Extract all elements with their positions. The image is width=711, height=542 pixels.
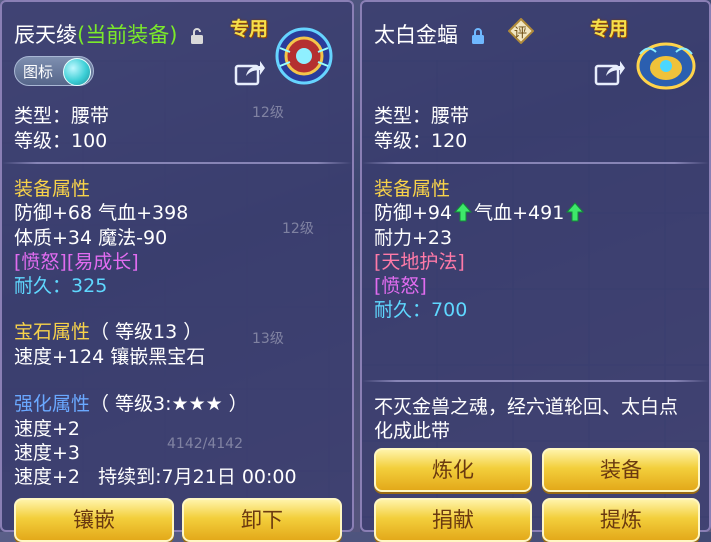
divider <box>362 380 709 382</box>
bg-slot-level: 12级 <box>282 221 314 237</box>
rate-badge-label: 评 <box>514 26 528 41</box>
divider <box>362 162 709 164</box>
share-icon[interactable] <box>594 58 626 86</box>
item-type: 类型：腰带 <box>14 105 110 127</box>
bg-hp-text: 4142/4142 <box>167 436 243 452</box>
donate-button[interactable]: 捐献 <box>374 498 532 542</box>
exclusive-label: 专用 <box>230 18 269 40</box>
equip-attr-header: 装备属性 <box>374 178 451 200</box>
equip-attr-line: 体质+34 魔法-90 <box>14 227 168 249</box>
refine-button[interactable]: 炼化 <box>374 448 532 492</box>
toggle-knob <box>63 58 91 86</box>
extract-button[interactable]: 提炼 <box>542 498 700 542</box>
gem-attr-heading: 宝石属性（ 等级13 ） <box>14 320 202 344</box>
enhance-line-with-duration: 速度+2 持续到:7月21日 00:00 <box>14 465 297 489</box>
special-tag: [愤怒] <box>374 275 427 297</box>
enhance-line: 速度+2 <box>14 466 81 488</box>
up-arrow-icon <box>566 202 585 222</box>
description-line: 不灭金兽之魂，经六道轮回、太白点 <box>374 396 679 418</box>
item-level: 等级：100 <box>14 130 108 152</box>
unlock-icon[interactable] <box>190 28 204 44</box>
durability: 耐久：325 <box>14 274 107 298</box>
item-name: 辰天绫 <box>14 23 77 47</box>
enhance-attr-header: 强化属性 <box>14 393 91 415</box>
equip-attr-line: 防御+94 气血+491 <box>374 201 586 225</box>
exclusive-label: 专用 <box>590 18 629 40</box>
durability-label: 耐久： <box>14 275 72 297</box>
unequip-button[interactable]: 卸下 <box>182 498 342 542</box>
divider <box>2 162 352 164</box>
enhance-line: 速度+2 <box>14 418 81 440</box>
gem-attr-header: 宝石属性 <box>14 321 91 343</box>
icon-toggle[interactable]: 图标 <box>14 56 94 86</box>
lock-icon[interactable] <box>471 28 485 44</box>
equip-button[interactable]: 装备 <box>542 448 700 492</box>
up-arrow-icon <box>454 202 473 222</box>
durability-value: 700 <box>431 299 468 321</box>
item-type: 类型：腰带 <box>374 105 470 127</box>
rate-badge[interactable]: 评 <box>507 17 535 45</box>
item-level: 等级：120 <box>374 130 468 152</box>
compare-equipment-panel: 太白金蝠 评 专用 类型：腰带 等级：120 装备属性 防御+94 气血+491 … <box>360 0 711 542</box>
gem-level: （ 等级13 ） <box>90 321 203 343</box>
belt-item-icon <box>275 27 333 85</box>
durability: 耐久：700 <box>374 298 467 322</box>
inlay-button[interactable]: 镶嵌 <box>14 498 174 542</box>
equipped-status: (当前装备) <box>77 23 178 47</box>
durability-value: 325 <box>71 275 108 297</box>
equip-attr-line: 耐力+23 <box>374 227 453 249</box>
enhance-attr-heading: 强化属性（ 等级3:★★★ ） <box>14 392 248 416</box>
share-icon[interactable] <box>234 58 266 86</box>
enhance-level: （ 等级3:★★★ ） <box>90 393 248 415</box>
equip-attr-line: 防御+68 气血+398 <box>14 202 189 224</box>
special-tag: [天地护法] <box>374 251 465 273</box>
belt-item-icon <box>636 42 696 90</box>
gem-attr-line: 速度+124 镶嵌黑宝石 <box>14 346 206 368</box>
special-tags: [愤怒][易成长] <box>14 251 139 273</box>
bg-slot-level: 13级 <box>252 331 284 347</box>
durability-label: 耐久： <box>374 299 432 321</box>
enhance-duration: 持续到:7月21日 00:00 <box>98 466 297 488</box>
current-equipment-panel: 12级 12级 13级 4142/4142 辰天绫(当前装备) 专用 图标 类型… <box>0 0 354 542</box>
icon-toggle-label: 图标 <box>23 63 54 81</box>
item-name-line: 辰天绫(当前装备) <box>14 19 204 49</box>
item-name: 太白金蝠 <box>374 23 458 47</box>
description-line: 化成此带 <box>374 420 451 442</box>
equip-attr-header: 装备属性 <box>14 178 91 200</box>
item-name-line: 太白金蝠 <box>374 19 485 49</box>
enhance-line: 速度+3 <box>14 442 81 464</box>
bg-slot-level: 12级 <box>252 105 284 121</box>
hp-attr: 气血+491 <box>474 202 565 224</box>
defense-attr: 防御+94 <box>374 202 453 224</box>
